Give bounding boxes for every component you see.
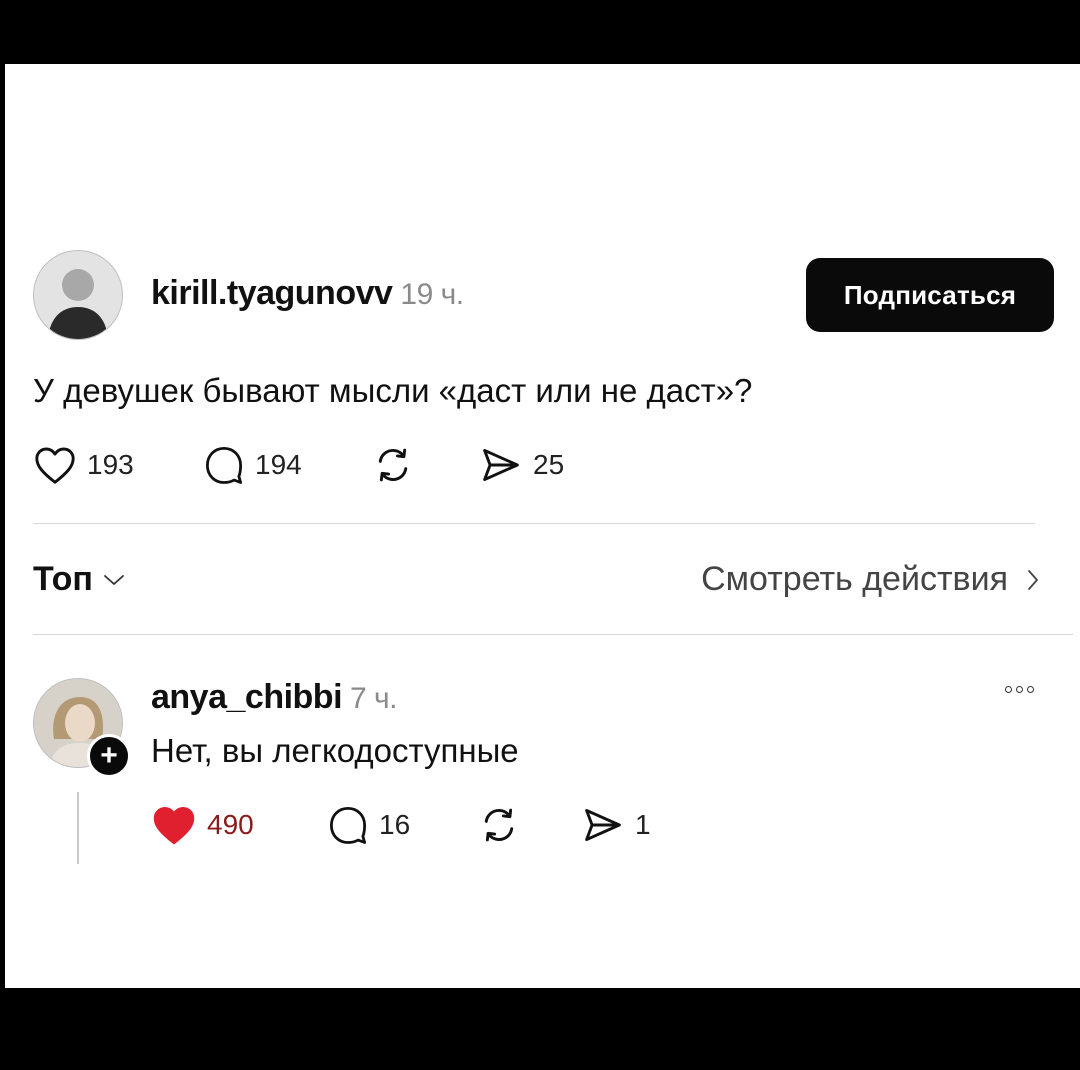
post-username-text[interactable]: kirill.tyagunovv xyxy=(151,274,393,312)
repost-icon xyxy=(378,448,408,482)
plus-icon: + xyxy=(100,739,118,772)
reply-comment-count: 16 xyxy=(379,809,411,840)
reply-repost-button[interactable] xyxy=(477,805,581,845)
thread-screen: kirill.tyagunovv 19 ч. Подписаться У деву… xyxy=(5,64,1080,988)
post-repost-button[interactable] xyxy=(371,445,479,485)
heart-icon xyxy=(35,447,75,484)
send-icon xyxy=(483,449,519,481)
letterbox-bottom xyxy=(0,988,1080,1070)
post-author-username[interactable]: kirill.tyagunovv 19 ч. xyxy=(151,274,464,313)
post-like-count: 193 xyxy=(87,449,134,480)
reply-send-button[interactable]: 1 xyxy=(581,805,651,845)
letterbox-top xyxy=(0,0,1080,64)
follow-button[interactable]: Подписаться xyxy=(806,258,1054,332)
reply-text: Нет, вы легкодоступные xyxy=(151,732,519,769)
reply-author-username[interactable]: anya_chibbi 7 ч. xyxy=(151,678,397,717)
reply-actions: 490 16 1 xyxy=(151,804,651,846)
post-author-avatar[interactable] xyxy=(33,250,123,340)
thread-line xyxy=(77,792,79,864)
chevron-down-icon xyxy=(104,574,124,585)
more-dot xyxy=(1016,686,1023,693)
post-time: 19 ч. xyxy=(400,278,464,311)
divider xyxy=(33,523,1035,524)
more-icon[interactable] xyxy=(1005,686,1034,693)
post-like-button[interactable]: 193 xyxy=(33,445,203,485)
sort-dropdown[interactable]: Топ xyxy=(33,560,125,599)
reply-username-text[interactable]: anya_chibbi xyxy=(151,678,343,716)
follow-reply-author-button[interactable]: + xyxy=(87,734,131,778)
reply-comment-button[interactable]: 16 xyxy=(327,804,477,846)
heart-icon xyxy=(153,807,195,845)
divider xyxy=(33,634,1073,635)
reply-like-button[interactable]: 490 xyxy=(151,804,327,846)
send-icon xyxy=(585,809,621,841)
post-comment-count: 194 xyxy=(255,449,302,480)
reply-like-count: 490 xyxy=(207,809,254,840)
post-actions: 193 194 25 xyxy=(33,444,564,486)
view-activity-link[interactable]: Смотреть действия xyxy=(701,560,1040,599)
comment-icon xyxy=(205,446,243,484)
comment-icon xyxy=(329,806,367,844)
view-activity-label: Смотреть действия xyxy=(701,560,1008,598)
sort-label: Топ xyxy=(33,560,93,598)
post-send-count: 25 xyxy=(533,449,565,480)
more-dot xyxy=(1027,686,1034,693)
more-dot xyxy=(1005,686,1012,693)
reply-time: 7 ч. xyxy=(350,682,397,715)
post-comment-button[interactable]: 194 xyxy=(203,444,371,486)
repost-icon xyxy=(484,808,514,842)
post-text: У девушек бывают мысли «даст или не даст… xyxy=(33,372,753,409)
post-send-button[interactable]: 25 xyxy=(479,445,564,485)
chevron-right-icon xyxy=(1028,569,1038,590)
reply-send-count: 1 xyxy=(635,809,651,840)
